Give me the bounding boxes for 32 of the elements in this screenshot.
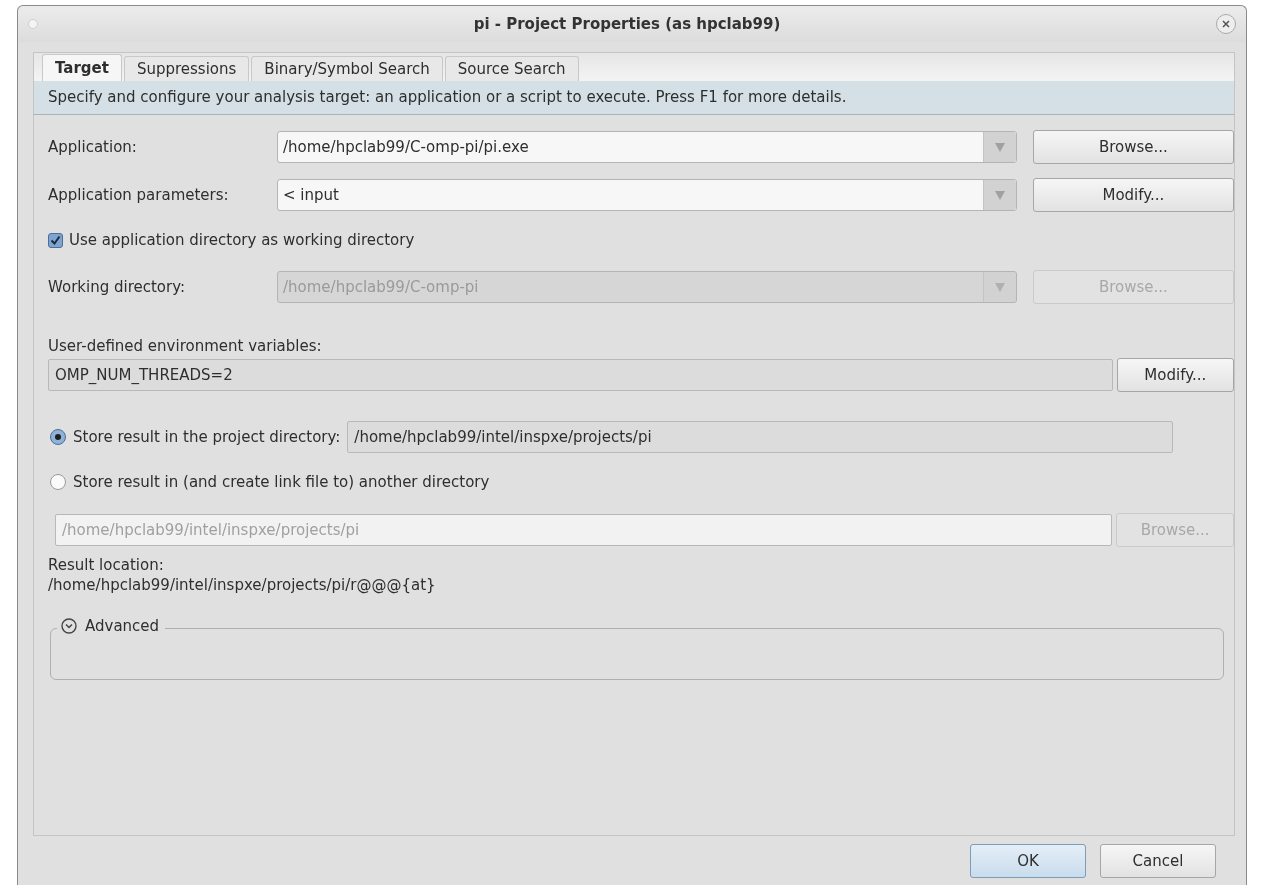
combo-box[interactable]: /home/hpclab99/C-omp-pi/pi.exe	[277, 131, 1017, 163]
field-label: Application:	[48, 138, 138, 156]
browse-button[interactable]: Browse...	[1032, 130, 1234, 164]
modify-button[interactable]: Modify...	[1116, 358, 1234, 392]
field-label: Application parameters:	[48, 186, 230, 204]
advanced-toggle[interactable]: Advanced	[57, 617, 166, 635]
window-dot-icon	[28, 19, 38, 29]
text-field[interactable]: OMP_NUM_THREADS=2	[48, 359, 1113, 391]
radio-label: Store result in the project directory:	[73, 428, 341, 446]
expand-icon	[61, 618, 77, 634]
tab[interactable]: Source Search	[444, 56, 579, 81]
ok-button[interactable]: OK	[970, 844, 1086, 878]
close-icon	[1221, 19, 1231, 29]
radio-button[interactable]	[50, 429, 66, 445]
tab[interactable]: Target	[42, 54, 122, 81]
radio-label: Store result in (and create link file to) another directory	[73, 473, 490, 491]
browse-button[interactable]: Modify...	[1032, 178, 1234, 212]
field-label: User-defined environment variables:	[48, 337, 323, 355]
radio-button[interactable]	[50, 474, 66, 490]
text-field[interactable]: /home/hpclab99/intel/inspxe/projects/pi	[347, 421, 1174, 453]
combo-box[interactable]: < input	[277, 179, 1017, 211]
close-button[interactable]	[1216, 14, 1236, 34]
tab[interactable]: Suppressions	[123, 56, 250, 81]
cancel-button[interactable]: Cancel	[1100, 844, 1216, 878]
window-title: pi - Project Properties (as hpclab99)	[472, 15, 782, 33]
field-label: Working directory:	[48, 278, 186, 296]
checkbox-label: Use application directory as working directory	[69, 231, 415, 249]
result-location-label: Result location:	[48, 556, 165, 574]
result-location-path: /home/hpclab99/intel/inspxe/projects/pi/r@@@{at}	[48, 576, 437, 594]
info-text: Specify and configure your analysis target: an application or a script to execute. Press F1 for more details.	[33, 81, 1235, 115]
checkbox[interactable]	[48, 232, 63, 248]
tab[interactable]: Binary/Symbol Search	[251, 56, 443, 81]
